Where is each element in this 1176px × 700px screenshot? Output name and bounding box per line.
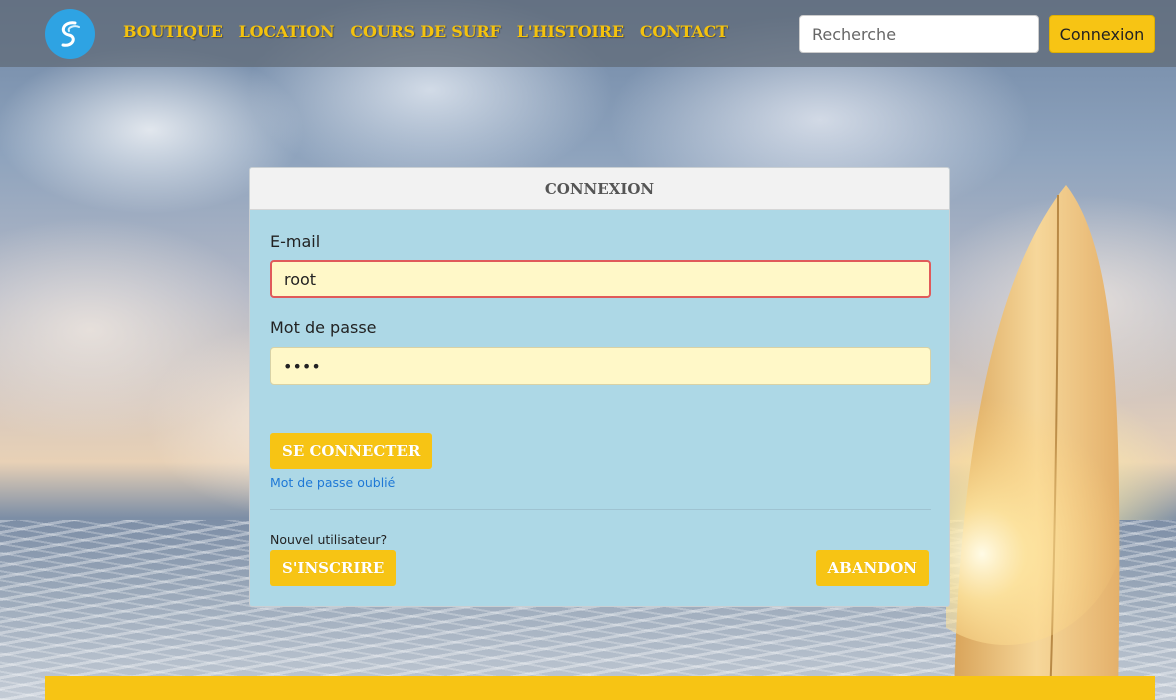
login-card: CONNEXION E-mail Mot de passe SE CONNECT… xyxy=(249,167,950,607)
signup-button[interactable]: S'INSCRIRE xyxy=(270,550,397,586)
nav-link-histoire[interactable]: L'HISTOIRE xyxy=(517,22,624,41)
login-card-title: CONNEXION xyxy=(250,168,949,210)
submit-login-button[interactable]: SE CONNECTER xyxy=(270,433,433,469)
forgot-password-link[interactable]: Mot de passe oublié xyxy=(270,475,395,490)
surfboard-image xyxy=(946,185,1122,700)
wave-logo-icon[interactable] xyxy=(45,9,95,59)
password-label: Mot de passe xyxy=(270,318,377,337)
email-label: E-mail xyxy=(270,232,321,251)
card-divider xyxy=(270,509,931,510)
cancel-button[interactable]: ABANDON xyxy=(815,550,929,586)
nav-link-boutique[interactable]: BOUTIQUE xyxy=(123,22,223,41)
navbar: BOUTIQUE LOCATION COURS DE SURF L'HISTOI… xyxy=(0,0,1176,67)
main-nav-links: BOUTIQUE LOCATION COURS DE SURF L'HISTOI… xyxy=(123,22,728,41)
search-input[interactable] xyxy=(799,15,1039,53)
nav-link-location[interactable]: LOCATION xyxy=(239,22,335,41)
email-field[interactable] xyxy=(270,260,931,298)
footer-strip xyxy=(45,676,1155,700)
nav-link-contact[interactable]: CONTACT xyxy=(640,22,728,41)
new-user-text: Nouvel utilisateur? xyxy=(270,532,388,547)
password-field[interactable] xyxy=(270,347,931,385)
nav-link-cours-de-surf[interactable]: COURS DE SURF xyxy=(350,22,500,41)
nav-login-button[interactable]: Connexion xyxy=(1049,15,1155,53)
